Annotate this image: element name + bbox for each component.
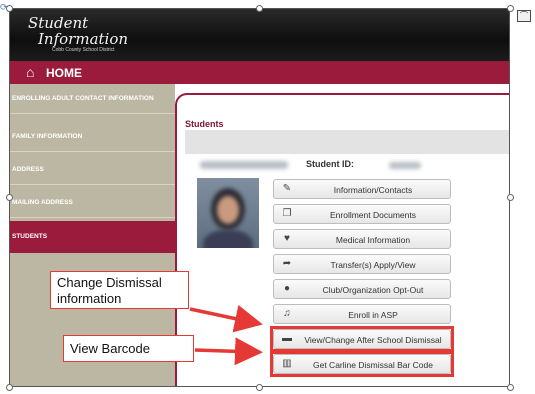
button-label: Medical Information — [335, 235, 411, 245]
app-logo[interactable]: Student Information — [28, 15, 128, 47]
share-arrow-icon: ➦ — [282, 258, 292, 269]
button-label: Enroll in ASP — [348, 310, 398, 320]
logo-subtitle: Cobb County School District — [52, 47, 115, 53]
button-label: Get Carline Dismissal Bar Code — [313, 360, 433, 370]
after-school-dismissal-button[interactable]: ▬ View/Change After School Dismissal — [273, 329, 451, 349]
resize-handle[interactable] — [6, 194, 13, 201]
button-label: View/Change After School Dismissal — [304, 335, 442, 345]
resize-handle[interactable] — [6, 5, 13, 12]
main-content: Students Student ID: ✎ Information/Conta… — [175, 84, 509, 386]
home-label[interactable]: HOME — [46, 66, 82, 80]
button-label: Transfer(s) Apply/View — [330, 260, 416, 270]
pencil-icon: ✎ — [282, 183, 292, 194]
section-title: Students — [185, 119, 224, 129]
heart-monitor-icon: ♥ — [284, 233, 290, 244]
carline-barcode-button[interactable]: ▥ Get Carline Dismissal Bar Code — [273, 354, 451, 374]
resize-handle[interactable] — [256, 384, 263, 391]
layout-options-icon[interactable]: ⌒ — [517, 10, 531, 22]
student-id-label: Student ID: — [306, 159, 354, 169]
transfers-apply-view-button[interactable]: ➦ Transfer(s) Apply/View — [273, 254, 451, 274]
student-photo — [197, 178, 259, 248]
student-header-bar — [185, 130, 509, 154]
student-name-redacted — [200, 161, 288, 169]
sidebar-item-address[interactable]: ADDRESS — [10, 155, 175, 185]
app-header: Student Information Cobb County School D… — [10, 9, 509, 61]
logo-line2: Information — [38, 30, 129, 48]
enrollment-documents-button[interactable]: ❐ Enrollment Documents — [273, 204, 451, 224]
club-opt-out-button[interactable]: ● Club/Organization Opt-Out — [273, 279, 451, 299]
resize-handle[interactable] — [507, 194, 514, 201]
button-label: Enrollment Documents — [330, 210, 416, 220]
dismissal-callout: Change Dismissal information — [50, 271, 189, 309]
resize-handle[interactable] — [256, 5, 263, 12]
button-label: Club/Organization Opt-Out — [322, 285, 424, 295]
resize-handle[interactable] — [507, 384, 514, 391]
sidebar-item-family-information[interactable]: FAMILY INFORMATION — [10, 122, 175, 152]
information-contacts-button[interactable]: ✎ Information/Contacts — [273, 179, 451, 199]
resize-handle[interactable] — [6, 384, 13, 391]
barcode-icon: ▥ — [282, 358, 292, 369]
sidebar-item-enrolling-adult-contact[interactable]: ENROLLING ADULT CONTACT INFORMATION — [10, 84, 175, 114]
enroll-asp-button[interactable]: ♫ Enroll in ASP — [273, 304, 451, 324]
medical-information-button[interactable]: ♥ Medical Information — [273, 229, 451, 249]
sidebar-item-students[interactable]: STUDENTS — [10, 221, 175, 253]
bus-icon: ▬ — [282, 333, 292, 344]
documents-icon: ❐ — [282, 208, 292, 219]
resize-handle[interactable] — [507, 5, 514, 12]
home-nav[interactable]: ⌂ HOME — [10, 61, 509, 84]
button-label: Information/Contacts — [333, 185, 413, 195]
barcode-callout: View Barcode — [63, 335, 194, 362]
sidebar-item-mailing-address[interactable]: MAILING ADDRESS — [10, 188, 175, 218]
bell-icon: ♫ — [283, 308, 291, 319]
screenshot-frame: Student Information Cobb County School D… — [9, 8, 510, 387]
person-minus-icon: ● — [283, 283, 291, 294]
student-id-redacted — [389, 162, 421, 169]
home-icon[interactable]: ⌂ — [26, 64, 34, 80]
